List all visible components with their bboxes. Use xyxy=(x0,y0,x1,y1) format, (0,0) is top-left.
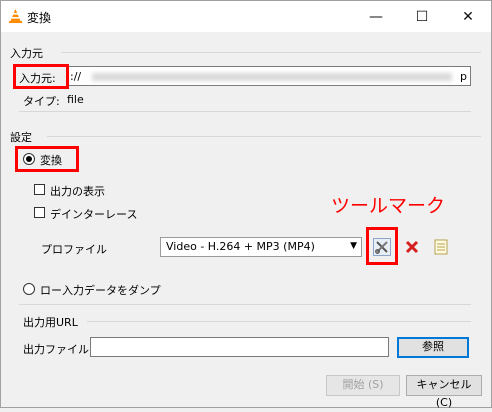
input-value-prefix: :// xyxy=(70,70,82,83)
convert-dialog: 変換 — ☐ ✕ 入力元 入力元: :// p タイプ: file 設定 変換 … xyxy=(0,0,492,409)
source-group-divider xyxy=(61,52,481,53)
source-bottom-divider xyxy=(19,111,471,112)
red-x-icon xyxy=(405,240,419,254)
dump-raw-label: ロー入力データをダンプ xyxy=(40,284,161,297)
annotation-tool-mark: ツールマーク xyxy=(331,195,446,217)
delete-profile-button[interactable] xyxy=(403,238,421,256)
new-profile-button[interactable] xyxy=(432,238,450,256)
edit-profile-button[interactable] xyxy=(373,238,391,256)
input-source-field[interactable]: :// p xyxy=(67,66,471,86)
close-icon: ✕ xyxy=(462,8,474,25)
window-title: 変換 xyxy=(27,11,52,25)
highlight-convert xyxy=(15,146,79,172)
type-label: タイプ: xyxy=(23,95,60,108)
chevron-down-icon: ▼ xyxy=(350,241,357,251)
output-group-title: 出力用URL xyxy=(23,316,78,329)
browse-button-label: 参照 xyxy=(422,340,444,353)
wrench-screwdriver-icon xyxy=(375,241,388,254)
start-button[interactable]: 開始 (S) xyxy=(326,375,400,396)
output-group-divider xyxy=(87,321,471,322)
dump-raw-radio[interactable]: ロー入力データをダンプ xyxy=(23,283,161,297)
minimize-button[interactable]: — xyxy=(353,1,399,32)
cancel-button-label: キャンセル (C) xyxy=(416,378,472,409)
checkbox-box xyxy=(34,207,45,218)
highlight-input-label xyxy=(13,64,69,89)
maximize-icon: ☐ xyxy=(415,8,429,25)
blurred-path xyxy=(92,73,452,81)
settings-group-divider xyxy=(47,136,481,137)
settings-bottom-divider xyxy=(19,304,471,305)
output-file-label: 出力ファイル: xyxy=(23,343,93,356)
source-group-title: 入力元 xyxy=(10,47,43,60)
show-output-label: 出力の表示 xyxy=(50,185,105,198)
minimize-icon: — xyxy=(369,8,383,25)
settings-group-title: 設定 xyxy=(10,131,32,144)
start-button-label: 開始 (S) xyxy=(342,378,384,391)
title-bar: 変換 — ☐ ✕ xyxy=(1,1,491,32)
cancel-button[interactable]: キャンセル (C) xyxy=(406,375,482,409)
deinterlace-label: デインターレース xyxy=(50,208,138,221)
document-icon xyxy=(434,239,448,255)
radio-indicator xyxy=(23,283,35,295)
vlc-cone-icon xyxy=(8,8,23,27)
profile-selected-value: Video - H.264 + MP3 (MP4) xyxy=(166,240,315,253)
profile-select[interactable]: Video - H.264 + MP3 (MP4) ▼ xyxy=(160,237,362,257)
type-value: file xyxy=(67,93,84,106)
output-file-input[interactable] xyxy=(90,337,389,357)
maximize-button[interactable]: ☐ xyxy=(399,1,445,32)
profile-label: プロファイル xyxy=(41,243,107,256)
browse-button[interactable]: 参照 xyxy=(397,337,469,358)
close-button[interactable]: ✕ xyxy=(445,1,491,32)
show-output-checkbox[interactable]: 出力の表示 xyxy=(34,184,105,198)
checkbox-box xyxy=(34,184,45,195)
input-value-suffix: p xyxy=(460,70,467,83)
deinterlace-checkbox[interactable]: デインターレース xyxy=(34,207,137,221)
